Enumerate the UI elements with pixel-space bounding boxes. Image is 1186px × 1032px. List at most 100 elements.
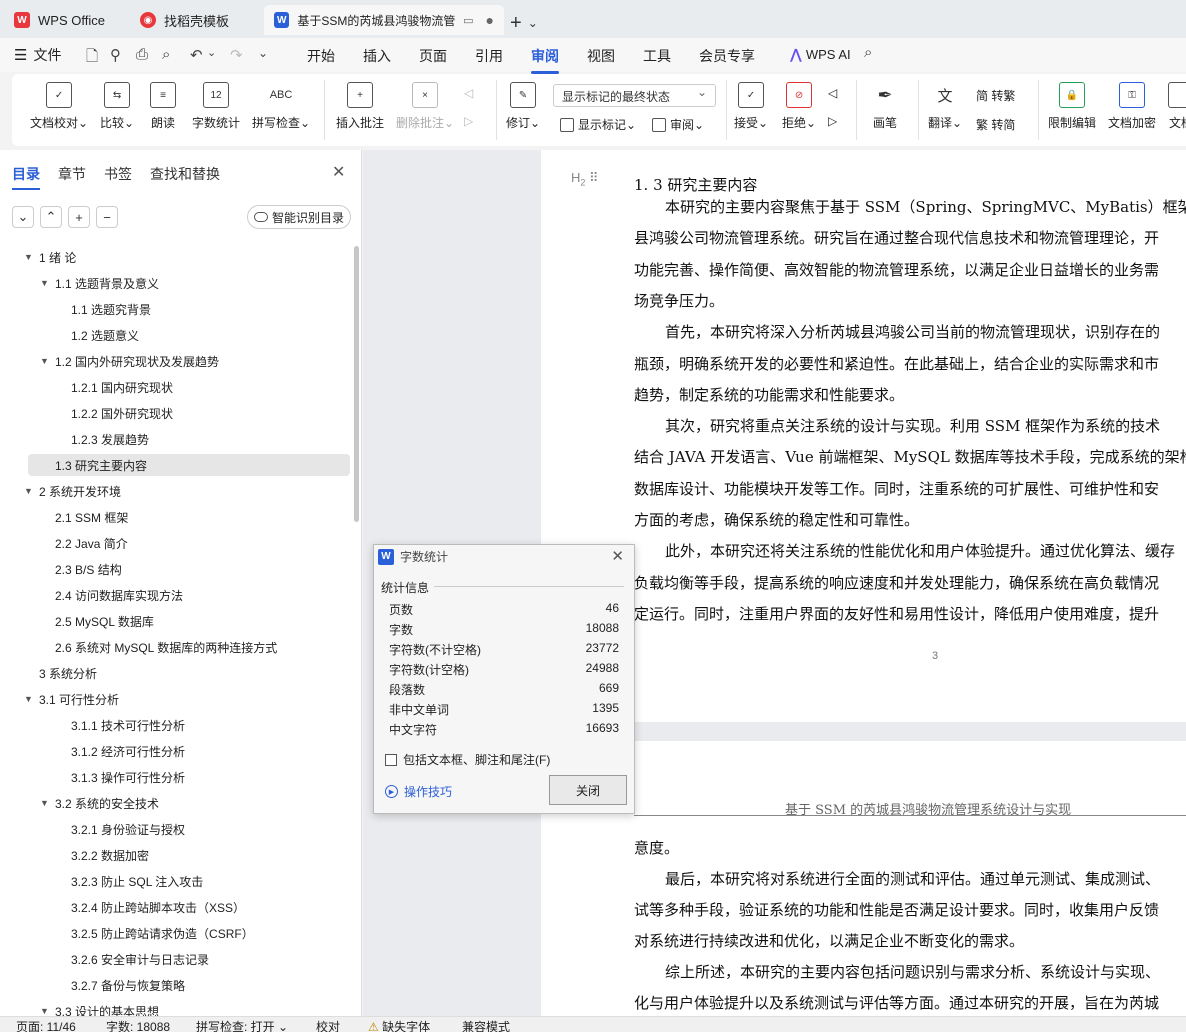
status-proof[interactable]: 校对 xyxy=(316,1018,340,1032)
status-words[interactable]: 字数: 18088 xyxy=(106,1018,170,1032)
undo-dropdown-icon[interactable]: ⌄ xyxy=(207,46,216,59)
status-missing-font[interactable]: ⚠ 缺失字体 xyxy=(368,1018,430,1032)
expand-triangle-icon[interactable]: ▼ xyxy=(40,1006,49,1016)
toc-item[interactable]: 3.2.2 数据加密 xyxy=(0,844,350,866)
new-doc-icon[interactable]: 🗋 xyxy=(86,46,98,71)
nav-tab-bookmark[interactable]: 书签 xyxy=(104,164,132,184)
expand-triangle-icon[interactable]: ▼ xyxy=(40,798,49,808)
search-icon[interactable]: ⌕ xyxy=(864,44,872,61)
next-comment-icon[interactable]: ▷ xyxy=(464,114,473,128)
pen-button[interactable]: ✒ 画笔 xyxy=(872,82,898,131)
document-page[interactable]: 基于 SSM 的芮城县鸿骏物流管理系统设计与实现 意度。 最后，本研究将对系统进行… xyxy=(541,741,1186,1016)
drag-handle-icon[interactable]: ⠿ xyxy=(589,170,599,185)
redo-icon[interactable]: ↷ xyxy=(230,46,243,64)
toc-item[interactable]: 2.1 SSM 框架 xyxy=(0,506,350,528)
doc-check-button[interactable]: ✓ 文档校对⌄ xyxy=(30,82,88,131)
accept-button[interactable]: ✓ 接受⌄ xyxy=(734,82,768,131)
toc-item[interactable]: 3.1.3 操作可行性分析 xyxy=(0,766,350,788)
nav-tab-find-replace[interactable]: 查找和替换 xyxy=(150,164,220,184)
review-pane-button[interactable]: 审阅 ⌄ xyxy=(652,116,704,133)
remove-heading-button[interactable]: − xyxy=(96,206,118,228)
nav-scrollbar[interactable] xyxy=(354,246,359,522)
prev-comment-icon[interactable]: ◁ xyxy=(464,86,473,100)
read-aloud-button[interactable]: ≡ 朗读 xyxy=(150,82,176,131)
tips-link[interactable]: ▶ 操作技巧 xyxy=(385,783,452,800)
link-icon[interactable]: ⚲ xyxy=(110,46,121,64)
close-icon[interactable]: ✕ xyxy=(332,162,345,182)
add-heading-button[interactable]: + xyxy=(68,206,90,228)
toc-item[interactable]: 1.2.2 国外研究现状 xyxy=(0,402,350,424)
toc-item[interactable]: 1.3 研究主要内容 xyxy=(28,454,350,476)
undo-icon[interactable]: ↶ xyxy=(190,46,203,64)
close-button[interactable]: 关闭 xyxy=(549,775,627,805)
dialog-titlebar[interactable]: W 字数统计 xyxy=(378,548,448,565)
toc-item[interactable]: ▼ 2 系统开发环境 xyxy=(0,480,350,502)
compare-button[interactable]: ⇆ 比较⌄ xyxy=(100,82,134,131)
tab-template[interactable]: ◉ 找稻壳模板 xyxy=(130,5,260,35)
toc-item[interactable]: 2.5 MySQL 数据库 xyxy=(0,610,350,632)
tab-document[interactable]: W 基于SSM的芮城县鸿骏物流管 ▭ ● xyxy=(264,5,504,35)
menu-view[interactable]: 视图 xyxy=(587,46,615,66)
status-spell[interactable]: 拼写检查: 打开 ⌄ xyxy=(196,1018,288,1032)
menu-reference[interactable]: 引用 xyxy=(475,46,503,66)
expand-triangle-icon[interactable]: ▼ xyxy=(24,252,33,262)
show-markup-button[interactable]: 显示标记 ⌄ xyxy=(560,116,636,133)
translate-button[interactable]: 文 翻译⌄ xyxy=(928,82,962,131)
collapse-down-button[interactable]: ⌄ xyxy=(12,206,34,228)
status-page[interactable]: 页面: 11/46 xyxy=(16,1018,76,1032)
toc-item[interactable]: 3.2.1 身份验证与授权 xyxy=(0,818,350,840)
toc-item[interactable]: 3.2.6 安全审计与日志记录 xyxy=(0,948,350,970)
menu-review[interactable]: 审阅 xyxy=(531,46,559,74)
expand-triangle-icon[interactable]: ▼ xyxy=(40,356,49,366)
to-traditional-button[interactable]: 简 转繁 xyxy=(976,87,1015,104)
toc-item[interactable]: 1.2 选题意义 xyxy=(0,324,350,346)
toc-item[interactable]: 3.2.4 防止跨站脚本攻击（XSS） xyxy=(0,896,350,918)
expand-triangle-icon[interactable]: ▼ xyxy=(24,486,33,496)
toc-item[interactable]: ▼ 3.1 可行性分析 xyxy=(0,688,350,710)
encrypt-button[interactable]: ⚿ 文档加密 xyxy=(1108,82,1156,131)
toc-item[interactable]: 1.2.3 发展趋势 xyxy=(0,428,350,450)
revise-button[interactable]: ✎ 修订⌄ xyxy=(506,82,540,131)
word-count-button[interactable]: 12 字数统计 xyxy=(192,82,240,131)
menu-tools[interactable]: 工具 xyxy=(643,46,671,66)
menu-home[interactable]: 开始 xyxy=(307,46,335,66)
toc-item[interactable]: 2.3 B/S 结构 xyxy=(0,558,350,580)
toc-item[interactable]: 2.2 Java 简介 xyxy=(0,532,350,554)
print-icon[interactable]: ⎙ xyxy=(136,46,148,63)
toc-item[interactable]: 1.2.1 国内研究现状 xyxy=(0,376,350,398)
unsaved-dot-icon[interactable]: ● xyxy=(486,12,494,28)
toc-item[interactable]: 3.2.3 防止 SQL 注入攻击 xyxy=(0,870,350,892)
toc-item[interactable]: ▼ 3.2 系统的安全技术 xyxy=(0,792,350,814)
checkbox-box[interactable] xyxy=(385,753,397,766)
doc-more-button[interactable]: 文档 xyxy=(1168,82,1186,131)
menu-member[interactable]: 会员专享 xyxy=(699,46,755,66)
to-simplified-button[interactable]: 繁 转简 xyxy=(976,116,1015,133)
document-page[interactable]: H2 ⠿ 1. 3 研究主要内容 本研究的主要内容聚焦于基于 SSM（Sprin… xyxy=(541,150,1186,722)
collapse-up-button[interactable]: ⌃ xyxy=(40,206,62,228)
heading-level-marker[interactable]: H2 ⠿ xyxy=(571,170,599,188)
more-chevron-icon[interactable]: ⌄ xyxy=(258,46,268,60)
tab-wps-office[interactable]: W WPS Office xyxy=(4,5,124,35)
expand-triangle-icon[interactable]: ▼ xyxy=(24,694,33,704)
toc-item[interactable]: 3.2.7 备份与恢复策略 xyxy=(0,974,350,996)
menu-insert[interactable]: 插入 xyxy=(363,46,391,66)
print-preview-icon[interactable]: ⌕ xyxy=(162,46,170,63)
file-menu[interactable]: ☰ 文件 xyxy=(14,45,61,65)
toc-item[interactable]: 3.1.1 技术可行性分析 xyxy=(0,714,350,736)
nav-tab-toc[interactable]: 目录 xyxy=(12,164,40,190)
reject-button[interactable]: ⊘ 拒绝⌄ xyxy=(782,82,816,131)
toc-item[interactable]: 3 系统分析 xyxy=(0,662,350,684)
insert-comment-button[interactable]: + 插入批注 xyxy=(336,82,384,131)
toc-item[interactable]: 2.6 系统对 MySQL 数据库的两种连接方式 xyxy=(0,636,350,658)
toc-item[interactable]: 3.1.2 经济可行性分析 xyxy=(0,740,350,762)
new-tab-button[interactable]: + ⌄ xyxy=(510,8,550,38)
prev-change-icon[interactable]: ◁ xyxy=(828,86,837,100)
spell-check-button[interactable]: ABC 拼写检查⌄ xyxy=(252,82,310,131)
menu-page[interactable]: 页面 xyxy=(419,46,447,66)
toc-item[interactable]: 2.4 访问数据库实现方法 xyxy=(0,584,350,606)
nav-tab-section[interactable]: 章节 xyxy=(58,164,86,184)
next-change-icon[interactable]: ▷ xyxy=(828,114,837,128)
toc-item[interactable]: ▼ 1 绪 论 xyxy=(0,246,350,268)
toc-item[interactable]: 1.1 选题究背景 xyxy=(0,298,350,320)
include-textbox-checkbox[interactable]: 包括文本框、脚注和尾注(F) xyxy=(385,751,550,768)
